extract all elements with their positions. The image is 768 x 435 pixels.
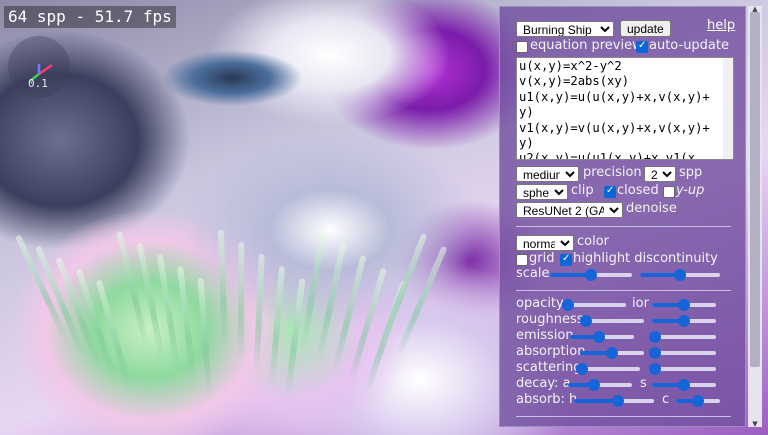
equation-scrollbar[interactable] bbox=[723, 58, 733, 159]
highlight-discontinuity-checkbox[interactable] bbox=[560, 253, 572, 266]
equation-line: v1(x,y)=v(u(x,y)+x,v(x,y)+ bbox=[519, 120, 710, 135]
scattering-label: scattering bbox=[516, 360, 582, 375]
section-divider bbox=[516, 290, 731, 291]
equation-line: u2(x,y)=u(u1(x,y)+x,v1(x, bbox=[519, 151, 703, 160]
fps-stats: 64 spp - 51.7 fps bbox=[4, 6, 176, 28]
grid-checkbox[interactable] bbox=[516, 254, 528, 266]
absorb-h-slider[interactable] bbox=[574, 395, 654, 407]
gizmo-value: 0.1 bbox=[28, 77, 48, 90]
color-label: color bbox=[577, 234, 610, 249]
scale-label: scale bbox=[516, 266, 550, 281]
render-streak bbox=[394, 245, 448, 359]
ior-slider[interactable] bbox=[652, 299, 716, 311]
update-button[interactable]: update bbox=[620, 20, 671, 37]
slider-thumb[interactable] bbox=[592, 331, 605, 343]
absorb-h-label: absorb: h bbox=[516, 392, 578, 407]
highlight-discontinuity-label: highlight discontinuity bbox=[573, 251, 718, 266]
equation-preview-label: equation preview bbox=[530, 38, 643, 53]
panel-scrollbar[interactable]: ▲ ▼ bbox=[748, 6, 762, 428]
opacity-slider[interactable] bbox=[562, 299, 626, 311]
slider-thumb[interactable] bbox=[692, 395, 704, 407]
fractal-select[interactable]: Burning Ship bbox=[516, 21, 614, 37]
roughness-label: roughness bbox=[516, 312, 584, 327]
scale-slider-b[interactable] bbox=[640, 269, 720, 281]
absorb-c-label: c bbox=[662, 392, 670, 407]
equation-textarea[interactable]: u(x,y)=x^2-y^2 v(x,y)=2abs(xy) u1(x,y)=u(u… bbox=[516, 57, 734, 160]
scrollbar-thumb[interactable] bbox=[750, 12, 760, 367]
scattering-slider-b[interactable] bbox=[649, 363, 716, 375]
auto-update-checkbox[interactable] bbox=[636, 40, 648, 53]
render-streak bbox=[268, 265, 286, 387]
roughness-slider[interactable] bbox=[580, 315, 644, 327]
clip-select[interactable]: sphere bbox=[516, 184, 568, 200]
scroll-down-icon[interactable]: ▼ bbox=[748, 421, 762, 428]
render-streak bbox=[197, 277, 213, 399]
color-mode-select[interactable]: normal bbox=[516, 235, 574, 251]
scale-slider-a[interactable] bbox=[550, 269, 632, 281]
absorption-label: absorption bbox=[516, 344, 586, 359]
slider-thumb[interactable] bbox=[678, 379, 690, 391]
render-streak bbox=[237, 241, 245, 363]
slider-thumb[interactable] bbox=[612, 395, 624, 407]
emission-slider[interactable] bbox=[570, 331, 634, 343]
slider-thumb[interactable] bbox=[678, 315, 690, 327]
roughness-slider-b[interactable] bbox=[652, 315, 716, 327]
closed-label: closed bbox=[617, 183, 659, 198]
emission-label: emission bbox=[516, 328, 574, 343]
absorb-c-slider[interactable] bbox=[676, 395, 720, 407]
render-streak bbox=[378, 232, 428, 348]
precision-select[interactable]: medium bbox=[516, 166, 579, 182]
auto-update-label: auto-update bbox=[649, 38, 729, 53]
absorption-slider-b[interactable] bbox=[649, 347, 716, 359]
equation-preview-checkbox[interactable] bbox=[516, 41, 528, 53]
equation-line: u(x,y)=x^2-y^2 bbox=[519, 59, 622, 73]
precision-label: precision bbox=[583, 165, 642, 180]
decay-s-slider[interactable] bbox=[652, 379, 716, 391]
absorption-slider[interactable] bbox=[580, 347, 644, 359]
y-up-checkbox[interactable] bbox=[663, 186, 675, 198]
slider-thumb[interactable] bbox=[674, 269, 686, 281]
equation-line: y) bbox=[519, 136, 534, 151]
slider-thumb[interactable] bbox=[587, 379, 600, 391]
equation-lines: u(x,y)=x^2-y^2 v(x,y)=2abs(xy) u1(x,y)=u(u… bbox=[519, 59, 731, 160]
spp-select[interactable]: 2⁶ bbox=[644, 166, 676, 182]
closed-checkbox[interactable] bbox=[604, 185, 616, 198]
opacity-label: opacity bbox=[516, 296, 564, 311]
emission-slider-b[interactable] bbox=[649, 331, 716, 343]
slider-thumb[interactable] bbox=[678, 299, 690, 311]
section-divider bbox=[516, 226, 731, 227]
denoise-select[interactable]: ResUNet 2 (GAN) bbox=[516, 202, 623, 218]
decay-a-label: decay: a bbox=[516, 376, 571, 391]
section-divider bbox=[516, 416, 731, 417]
equation-line: v(x,y)=2abs(xy) bbox=[519, 74, 630, 89]
slider-thumb[interactable] bbox=[606, 347, 618, 359]
scattering-slider[interactable] bbox=[576, 363, 640, 375]
render-streak bbox=[217, 229, 229, 351]
equation-line: u1(x,y)=u(u(x,y)+x,v(x,y)+ bbox=[519, 89, 710, 104]
decay-a-slider[interactable] bbox=[568, 379, 632, 391]
denoise-label: denoise bbox=[626, 201, 677, 216]
ior-label: ior bbox=[632, 296, 649, 311]
decay-s-label: s bbox=[640, 376, 647, 391]
slider-thumb[interactable] bbox=[585, 269, 597, 281]
render-streak bbox=[253, 253, 265, 375]
y-up-label: y-up bbox=[676, 183, 705, 198]
spp-label: spp bbox=[679, 165, 703, 180]
help-link[interactable]: help bbox=[707, 18, 735, 33]
grid-label: grid bbox=[529, 251, 555, 266]
equation-line: y) bbox=[519, 105, 534, 120]
clip-label: clip bbox=[571, 183, 594, 198]
